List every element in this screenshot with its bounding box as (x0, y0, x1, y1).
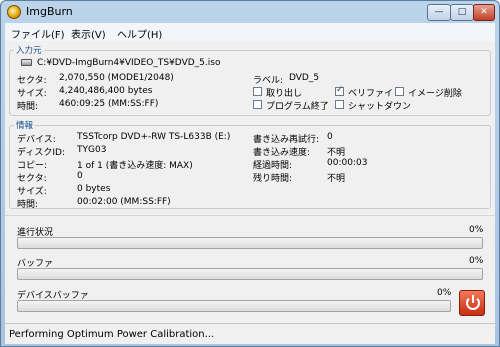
window-title: ImgBurn (26, 5, 73, 18)
source-sectors-value: 2,070,550 (MODE1/2048) (59, 73, 174, 83)
source-size-label: サイズ: (17, 89, 47, 99)
copy-value: 1 of 1 (書き込み速度: MAX) (77, 161, 193, 171)
write-retries-label: 書き込み再試行: (253, 135, 320, 145)
device-value: TSSTcorp DVD+-RW TS-L633B (E:) (77, 132, 231, 142)
shutdown-checkbox-label: シャットダウン (348, 102, 412, 112)
delete-image-checkbox-label: イメージ削除 (408, 89, 462, 99)
info-time-label: 時間: (17, 200, 39, 210)
verify-checkbox-label: ベリファイ (348, 89, 394, 99)
close-program-checkbox[interactable] (253, 100, 262, 109)
separator (5, 215, 495, 216)
verify-checkbox[interactable] (335, 85, 344, 96)
eject-checkbox[interactable] (253, 87, 262, 96)
remaining-time-value: 不明 (327, 174, 346, 184)
device-label: デバイス: (17, 135, 56, 145)
close-program-checkbox-label: プログラム終了 (266, 102, 329, 112)
disc-image-icon (21, 59, 32, 66)
source-sectors-label: セクタ: (17, 76, 47, 86)
device-buffer-bar (17, 300, 451, 312)
info-sectors-label: セクタ: (17, 174, 47, 184)
remaining-time-label: 残り時間: (253, 174, 293, 184)
write-retries-value: 0 (327, 132, 333, 142)
volume-label-key: ラベル: (253, 76, 284, 86)
source-time-label: 時間: (17, 102, 39, 112)
status-bar: Performing Optimum Power Calibration... (5, 323, 495, 344)
source-group-title: 入力元 (16, 46, 42, 56)
menu-file[interactable]: ファイル(F) (11, 26, 65, 41)
menu-help[interactable]: ヘルプ(H) (117, 26, 162, 41)
device-buffer-percent: 0% (437, 288, 452, 298)
info-sectors-value: 0 (77, 171, 83, 181)
info-size-label: サイズ: (17, 187, 47, 197)
overall-progress-percent: 0% (469, 225, 484, 235)
status-text: Performing Optimum Power Calibration... (9, 329, 215, 340)
source-size-value: 4,240,486,400 bytes (59, 86, 153, 96)
write-speed-label: 書き込み速度: (253, 148, 311, 158)
info-time-value: 00:02:00 (MM:SS:FF) (77, 197, 171, 207)
copy-label: コピー: (17, 161, 48, 171)
overall-progress-bar (17, 237, 483, 249)
shutdown-checkbox[interactable] (335, 100, 344, 109)
abort-button[interactable] (459, 290, 485, 316)
info-size-value: 0 bytes (77, 184, 111, 194)
write-speed-value: 不明 (327, 148, 346, 158)
volume-label-value: DVD_5 (289, 73, 320, 83)
menu-view[interactable]: 表示(V) (71, 26, 106, 41)
disc-id-label: ディスクID: (17, 148, 65, 158)
delete-image-checkbox[interactable] (395, 87, 404, 96)
elapsed-time-value: 00:00:03 (327, 158, 368, 168)
main-window: ImgBurn — □ ✕ ファイル(F) 表示(V) ヘルプ(H) 入力元 C… (0, 0, 500, 347)
power-icon-line (472, 295, 474, 303)
disc-id-value: TYG03 (77, 145, 107, 155)
eject-checkbox-label: 取り出し (266, 89, 303, 99)
imgburn-app-icon (7, 5, 21, 19)
elapsed-time-label: 経過時間: (253, 161, 293, 171)
menu-bar: ファイル(F) 表示(V) ヘルプ(H) (5, 23, 495, 41)
buffer-bar (17, 268, 483, 280)
title-bar[interactable]: ImgBurn — □ ✕ (1, 1, 499, 23)
client-area: 入力元 C:¥DVD-ImgBurn4¥VIDEO_TS¥DVD_5.iso セ… (5, 41, 495, 323)
minimize-button[interactable]: — (427, 4, 451, 21)
info-group-title: 情報 (16, 121, 34, 131)
source-path: C:¥DVD-ImgBurn4¥VIDEO_TS¥DVD_5.iso (37, 58, 221, 68)
source-time-value: 460:09:25 (MM:SS:FF) (59, 99, 159, 109)
close-button[interactable]: ✕ (473, 4, 495, 21)
maximize-button[interactable]: □ (450, 4, 474, 21)
buffer-percent: 0% (469, 256, 484, 266)
